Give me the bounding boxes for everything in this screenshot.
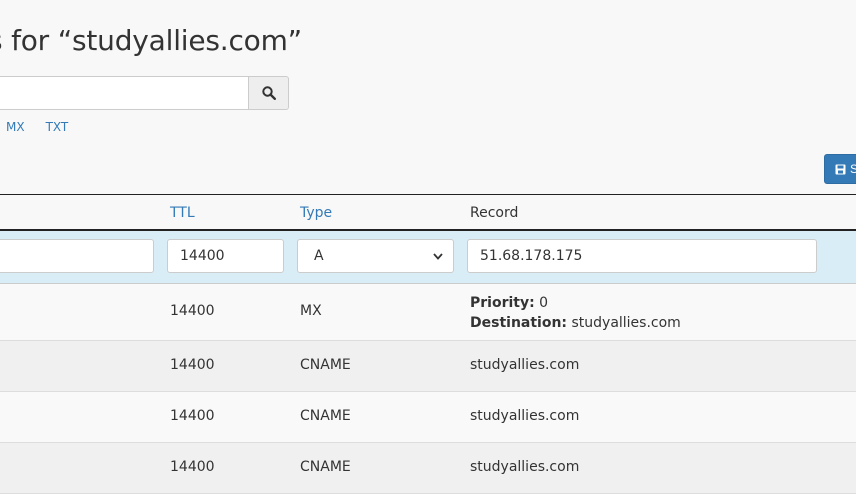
type-select-value: A <box>314 248 324 264</box>
ttl-cell: 14400 <box>170 357 215 373</box>
record-cell: Priority: 0 Destination: studyallies.com <box>470 293 681 333</box>
search-button[interactable] <box>249 76 289 110</box>
priority-value: 0 <box>539 295 549 311</box>
priority-label: Priority: <box>470 295 535 311</box>
table-row: 14400 MX Priority: 0 Destination: studya… <box>0 284 856 341</box>
ttl-column-header[interactable]: TTL <box>170 205 195 221</box>
filter-txt-link[interactable]: TXT <box>46 120 69 134</box>
table-row: 14400 CNAME studyallies.com <box>0 443 856 494</box>
destination-value: studyallies.com <box>571 315 681 331</box>
search-group <box>0 76 289 110</box>
table-row: 14400 CNAME studyallies.com <box>0 341 856 392</box>
edit-record-row: 14400 A 51.68.178.175 <box>0 231 856 284</box>
record-cell: studyallies.com <box>470 459 580 475</box>
save-button[interactable]: S <box>824 154 856 184</box>
table-row: 14400 CNAME studyallies.com <box>0 392 856 443</box>
record-column-header: Record <box>470 205 519 221</box>
search-input[interactable] <box>0 76 249 110</box>
ttl-field[interactable]: 14400 <box>167 239 284 273</box>
save-label: S <box>850 162 856 176</box>
save-icon <box>835 164 846 174</box>
type-cell: CNAME <box>300 459 351 475</box>
type-cell: CNAME <box>300 357 351 373</box>
record-type-filters: MX TXT <box>6 120 68 134</box>
record-cell: studyallies.com <box>470 357 580 373</box>
record-field[interactable]: 51.68.178.175 <box>467 239 817 273</box>
chevron-down-icon <box>433 252 443 260</box>
ttl-cell: 14400 <box>170 408 215 424</box>
destination-label: Destination: <box>470 315 568 331</box>
table-header: TTL Type Record <box>0 194 856 231</box>
type-cell: CNAME <box>300 408 351 424</box>
search-icon <box>261 86 276 100</box>
type-select[interactable]: A <box>297 239 454 273</box>
ttl-cell: 14400 <box>170 303 215 319</box>
type-cell: MX <box>300 303 322 319</box>
dns-records-table: TTL Type Record 14400 A 51.68.178.175 14… <box>0 194 856 494</box>
page-title: s for “studyallies.com” <box>0 24 302 57</box>
ttl-cell: 14400 <box>170 459 215 475</box>
filter-mx-link[interactable]: MX <box>6 120 25 134</box>
name-field[interactable] <box>0 239 154 273</box>
type-column-header[interactable]: Type <box>300 205 332 221</box>
record-cell: studyallies.com <box>470 408 580 424</box>
